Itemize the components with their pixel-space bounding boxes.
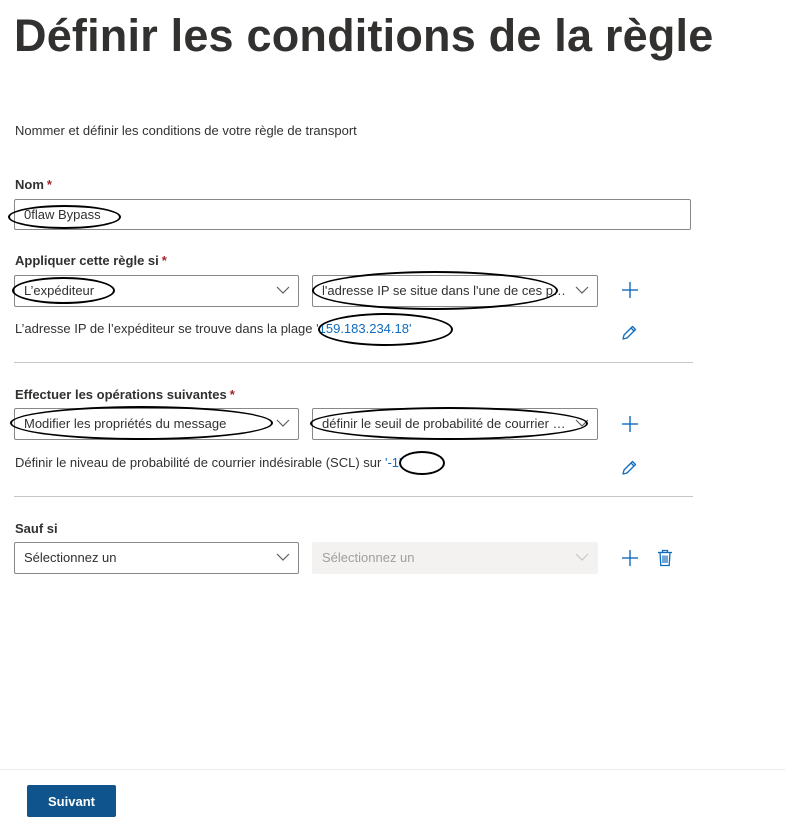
footer-divider bbox=[0, 769, 785, 770]
chevron-down-icon bbox=[575, 418, 589, 428]
except-if-label: Sauf si bbox=[15, 521, 58, 536]
actions-summary-value-link[interactable]: '-1' bbox=[385, 455, 402, 470]
required-mark: * bbox=[161, 253, 167, 268]
add-action-button[interactable] bbox=[619, 413, 641, 435]
action-dropdown[interactable]: Modifier les propriétés du message bbox=[14, 408, 299, 440]
page-subtitle: Nommer et définir les conditions de votr… bbox=[15, 123, 357, 138]
apply-if-label: Appliquer cette règle si * bbox=[15, 253, 167, 268]
chevron-down-icon bbox=[575, 552, 589, 562]
action-value: Modifier les propriétés du message bbox=[24, 416, 227, 431]
apply-if-summary-value-link[interactable]: '159.183.234.18' bbox=[316, 321, 411, 336]
plus-icon bbox=[622, 282, 638, 298]
apply-if-summary-text: L’adresse IP de l’expéditeur se trouve d… bbox=[15, 321, 313, 336]
required-mark: * bbox=[46, 177, 52, 192]
annotation-ellipse bbox=[399, 451, 445, 475]
apply-if-condition-value: L’expéditeur bbox=[24, 283, 95, 298]
except-subcondition-dropdown: Sélectionnez un bbox=[312, 542, 598, 574]
chevron-down-icon bbox=[276, 418, 290, 428]
sub-action-value: définir le seuil de probabilité de courr… bbox=[322, 416, 598, 431]
plus-icon bbox=[622, 416, 638, 432]
name-input[interactable]: 0flaw Bypass bbox=[14, 199, 691, 230]
apply-if-summary: L’adresse IP de l’expéditeur se trouve d… bbox=[15, 321, 411, 336]
chevron-down-icon bbox=[575, 285, 589, 295]
delete-exception-button[interactable] bbox=[654, 547, 676, 569]
except-if-label-text: Sauf si bbox=[15, 521, 58, 536]
edit-condition-button[interactable] bbox=[618, 322, 640, 344]
except-condition-value: Sélectionnez un bbox=[24, 550, 117, 565]
trash-icon bbox=[658, 549, 672, 567]
apply-if-subcondition-dropdown[interactable]: l'adresse IP se situe dans l'une de ces … bbox=[312, 275, 598, 307]
pencil-icon bbox=[622, 325, 637, 340]
apply-if-label-text: Appliquer cette règle si bbox=[15, 253, 159, 268]
actions-summary-text: Définir le niveau de probabilité de cour… bbox=[15, 455, 382, 470]
page-title: Définir les conditions de la règle bbox=[14, 10, 714, 61]
name-label: Nom * bbox=[15, 177, 52, 192]
chevron-down-icon bbox=[276, 285, 290, 295]
apply-if-condition-dropdown[interactable]: L’expéditeur bbox=[14, 275, 299, 307]
add-condition-button[interactable] bbox=[619, 279, 641, 301]
next-button[interactable]: Suivant bbox=[27, 785, 116, 817]
edit-action-button[interactable] bbox=[618, 457, 640, 479]
except-condition-dropdown[interactable]: Sélectionnez un bbox=[14, 542, 299, 574]
chevron-down-icon bbox=[276, 552, 290, 562]
section-divider bbox=[14, 496, 693, 497]
add-exception-button[interactable] bbox=[619, 547, 641, 569]
required-mark: * bbox=[229, 387, 235, 402]
plus-icon bbox=[622, 550, 638, 566]
name-label-text: Nom bbox=[15, 177, 44, 192]
actions-label: Effectuer les opérations suivantes * bbox=[15, 387, 235, 402]
actions-label-text: Effectuer les opérations suivantes bbox=[15, 387, 227, 402]
apply-if-subcondition-value: l'adresse IP se situe dans l'une de ces … bbox=[322, 283, 597, 298]
pencil-icon bbox=[622, 460, 637, 475]
actions-summary: Définir le niveau de probabilité de cour… bbox=[15, 455, 402, 470]
sub-action-dropdown[interactable]: définir le seuil de probabilité de courr… bbox=[312, 408, 598, 440]
except-subcondition-value: Sélectionnez un bbox=[322, 550, 415, 565]
section-divider bbox=[14, 362, 693, 363]
